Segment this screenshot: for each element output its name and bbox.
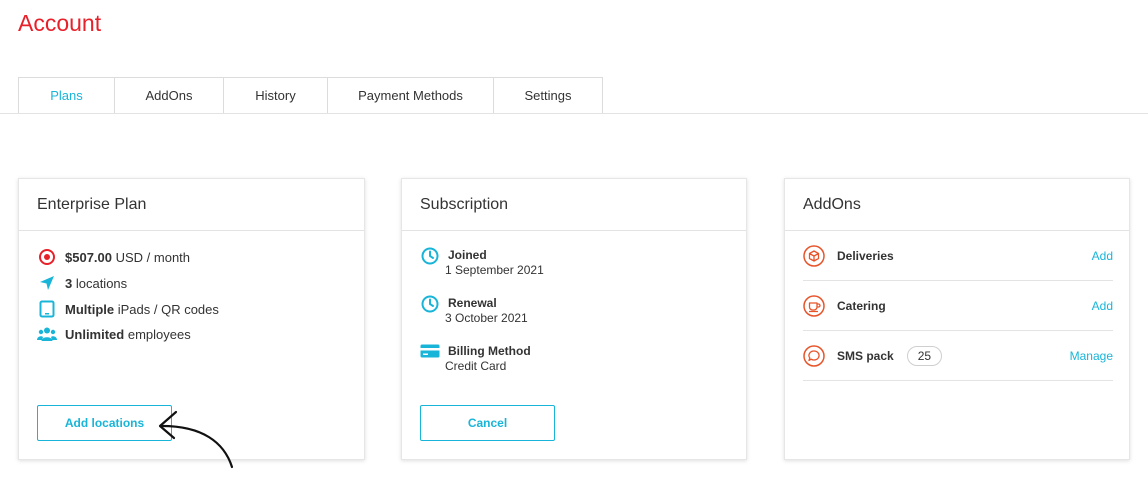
tab-divider	[0, 113, 1148, 114]
renewal-label: Renewal	[448, 296, 497, 310]
add-deliveries-link[interactable]: Add	[1092, 249, 1113, 263]
billing-method-item: Billing Method Credit Card	[420, 343, 531, 374]
addons-card-title: AddOns	[785, 179, 1129, 231]
tab-history[interactable]: History	[223, 77, 327, 114]
cup-icon	[803, 294, 825, 317]
renewal-date: 3 October 2021	[445, 311, 528, 325]
plan-price: $507.00	[65, 249, 112, 265]
target-icon	[37, 247, 57, 267]
addon-row-catering: Catering Add	[803, 281, 1113, 331]
plan-employees-label: employees	[124, 326, 191, 342]
tab-addons[interactable]: AddOns	[114, 77, 223, 114]
plan-devices-row: Multiple iPads / QR codes	[37, 299, 219, 319]
addons-card: AddOns Deliveries Add Catering Add SMS p…	[784, 178, 1130, 460]
plan-locations-row: 3 locations	[37, 273, 127, 293]
plan-employees-row: Unlimited employees	[37, 324, 191, 344]
plan-price-unit: USD / month	[112, 249, 191, 265]
users-icon	[37, 324, 57, 344]
tab-payment-methods[interactable]: Payment Methods	[327, 77, 493, 114]
joined-item: Joined 1 September 2021	[420, 247, 544, 278]
plan-employees-qty: Unlimited	[65, 326, 125, 342]
box-icon	[803, 244, 825, 267]
sms-count-badge: 25	[906, 345, 943, 366]
addon-row-sms-pack: SMS pack 25 Manage	[803, 331, 1113, 381]
addon-name: Catering	[837, 298, 886, 313]
tab-plans[interactable]: Plans	[18, 77, 114, 114]
page-title: Account	[18, 10, 102, 36]
subscription-card-title: Subscription	[402, 179, 746, 231]
joined-date: 1 September 2021	[445, 263, 544, 277]
subscription-card: Subscription Joined 1 September 2021 Ren…	[401, 178, 747, 460]
plan-locations-label: locations	[72, 275, 128, 291]
plan-price-row: $507.00 USD / month	[37, 247, 190, 267]
cancel-subscription-button[interactable]: Cancel	[420, 405, 555, 441]
clock-icon	[420, 247, 440, 267]
add-catering-link[interactable]: Add	[1092, 299, 1113, 313]
tablet-icon	[37, 299, 57, 319]
annotation-arrow-icon	[158, 410, 234, 469]
billing-method-value: Credit Card	[445, 359, 507, 373]
manage-sms-pack-link[interactable]: Manage	[1070, 349, 1113, 363]
tab-settings[interactable]: Settings	[493, 77, 603, 114]
plan-card-title: Enterprise Plan	[19, 179, 364, 231]
billing-method-label: Billing Method	[448, 344, 531, 358]
addon-name: Deliveries	[837, 248, 894, 263]
renewal-item: Renewal 3 October 2021	[420, 295, 528, 326]
credit-card-icon	[420, 343, 440, 363]
plan-devices-label: iPads / QR codes	[114, 301, 219, 317]
clock-icon	[420, 295, 440, 315]
location-arrow-icon	[37, 273, 57, 293]
tab-bar: Plans AddOns History Payment Methods Set…	[18, 77, 603, 114]
addon-name: SMS pack	[837, 348, 894, 363]
plan-devices-qty: Multiple	[65, 301, 115, 317]
chat-icon	[803, 344, 825, 367]
addon-row-deliveries: Deliveries Add	[803, 231, 1113, 281]
joined-label: Joined	[448, 248, 487, 262]
